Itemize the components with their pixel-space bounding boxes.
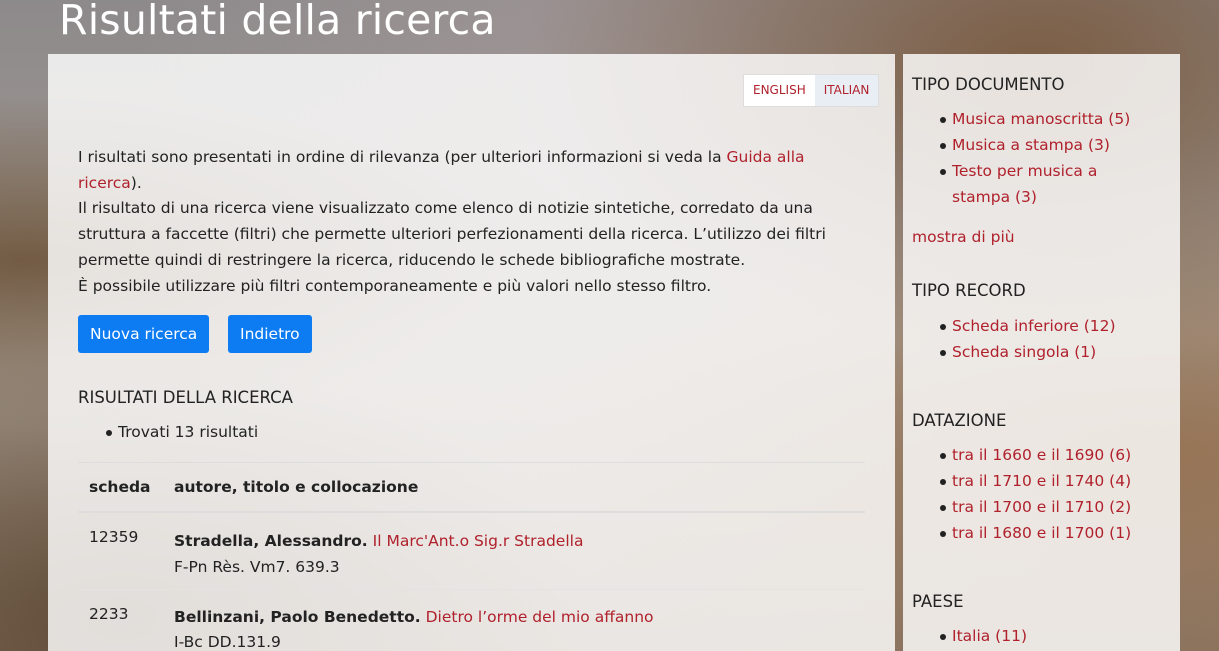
record-author: Stradella, Alessandro. [174,532,368,550]
record-author: Bellinzani, Paolo Benedetto. [174,608,421,626]
facet-link[interactable]: Scheda singola (1) [952,343,1096,361]
results-heading: RISULTATI DELLA RICERCA [78,388,293,407]
facet-list-country: Italia (11) [912,623,1172,649]
record-title-link[interactable]: Dietro l’orme del mio affanno [426,608,654,626]
record-id: 2233 [89,605,129,623]
show-more-link[interactable]: mostra di più [912,228,1015,246]
facet-link[interactable]: Musica a stampa (3) [952,136,1110,154]
facet-heading-document-type: TIPO DOCUMENTO [912,75,1065,94]
facet-link[interactable]: tra il 1700 e il 1710 (2) [952,498,1131,516]
facet-item[interactable]: Scheda singola (1) [912,339,1172,365]
record-shelfmark: I-Bc DD.131.9 [174,633,281,651]
record-shelfmark: F-Pn Rès. Vm7. 639.3 [174,558,340,576]
facet-link[interactable]: Musica manoscritta (5) [952,110,1130,128]
lang-english-button[interactable]: ENGLISH [744,75,815,106]
facet-heading-country: PAESE [912,592,964,611]
facet-list-record-type: Scheda inferiore (12) Scheda singola (1) [912,313,1172,365]
record-description: Stradella, Alessandro. Il Marc'Ant.o Sig… [174,528,583,580]
facet-link[interactable]: tra il 1710 e il 1740 (4) [952,472,1131,490]
facet-heading-record-type: TIPO RECORD [912,281,1026,300]
table-row: 12359 Stradella, Alessandro. Il Marc'Ant… [78,513,865,590]
column-header-author-title: autore, titolo e collocazione [174,478,419,496]
page-title: Risultati della ricerca [59,0,496,44]
facet-list-document-type: Musica manoscritta (5) Musica a stampa (… [912,106,1152,210]
facet-link[interactable]: tra il 1680 e il 1700 (1) [952,524,1131,542]
column-header-scheda: scheda [89,478,151,496]
table-row: 2233 Bellinzani, Paolo Benedetto. Dietro… [78,590,865,651]
intro-p1-end: ). [130,173,142,192]
facet-item[interactable]: tra il 1660 e il 1690 (6) [912,442,1172,468]
facet-item[interactable]: Scheda inferiore (12) [912,313,1172,339]
facet-item[interactable]: Musica a stampa (3) [912,132,1152,158]
facet-item[interactable]: tra il 1680 e il 1700 (1) [912,520,1172,546]
facet-item[interactable]: Testo per musica a stampa (3) [912,158,1152,210]
record-id: 12359 [89,528,139,546]
intro-p2-text: Il risultato di una ricerca viene visual… [78,199,826,269]
facet-list-dating: tra il 1660 e il 1690 (6) tra il 1710 e … [912,442,1172,546]
facet-link[interactable]: Testo per musica a stampa (3) [952,162,1097,206]
record-description: Bellinzani, Paolo Benedetto. Dietro l’or… [174,605,654,651]
intro-p1-text: I risultati sono presentati in ordine di… [78,148,727,166]
record-title-link[interactable]: Il Marc'Ant.o Sig.r Stradella [373,532,584,550]
lang-italian-button[interactable]: ITALIAN [814,75,879,106]
language-switcher: ENGLISH ITALIAN [743,74,880,107]
facet-heading-dating: DATAZIONE [912,411,1007,430]
facet-link[interactable]: tra il 1660 e il 1690 (6) [952,446,1131,464]
intro-p3-text: È possibile utilizzare più filtri contem… [78,276,712,295]
facet-link[interactable]: Scheda inferiore (12) [952,317,1116,335]
facet-item[interactable]: Musica manoscritta (5) [912,106,1152,132]
new-search-button[interactable]: Nuova ricerca [78,315,210,353]
facet-item[interactable]: tra il 1710 e il 1740 (4) [912,468,1172,494]
facet-item[interactable]: tra il 1700 e il 1710 (2) [912,494,1172,520]
results-count: Trovati 13 risultati [78,419,258,445]
results-summary: Trovati 13 risultati [78,419,258,445]
facet-item[interactable]: Italia (11) [912,623,1172,649]
results-table: scheda autore, titolo e collocazione 123… [78,462,865,651]
back-button[interactable]: Indietro [228,315,312,353]
table-header: scheda autore, titolo e collocazione [78,462,865,513]
intro-text: I risultati sono presentati in ordine di… [78,145,848,299]
facet-link[interactable]: Italia (11) [952,627,1027,645]
